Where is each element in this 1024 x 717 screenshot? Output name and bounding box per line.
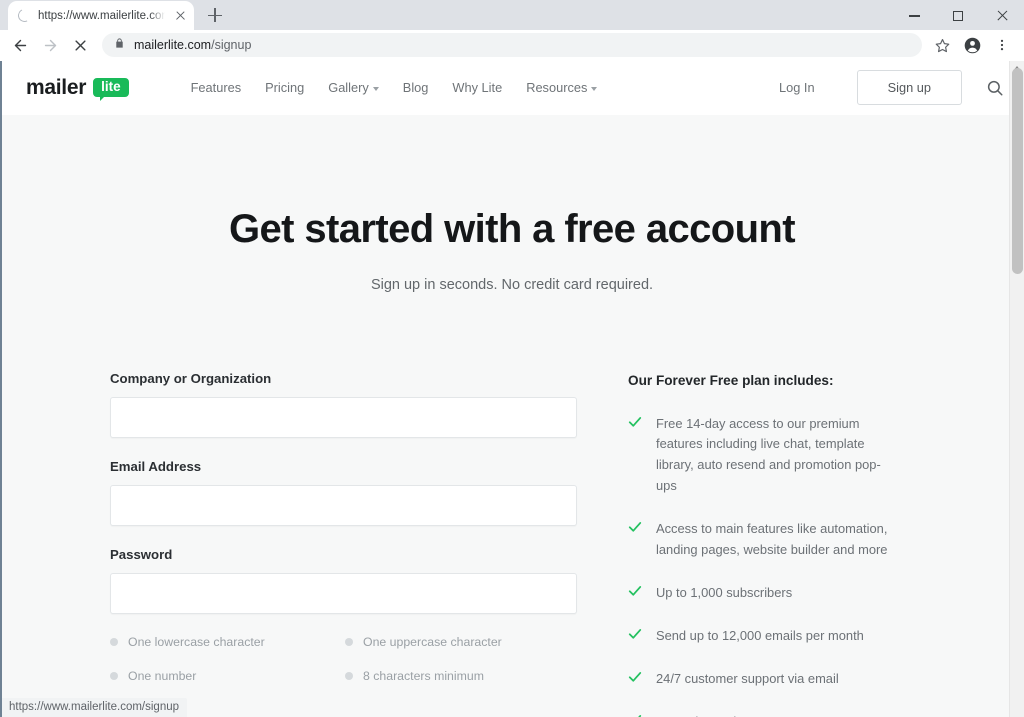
plan-feature-item: Up to 1,000 subscribers — [628, 583, 888, 604]
page-viewport: mailer lite Features Pricing Gallery Blo… — [0, 60, 1024, 717]
stop-loading-icon[interactable] — [66, 31, 94, 59]
url-text: mailerlite.com/signup — [134, 38, 251, 52]
nav-item-blog[interactable]: Blog — [403, 80, 429, 95]
maximize-button[interactable] — [936, 0, 980, 32]
check-icon — [628, 670, 642, 690]
plan-feature-text: Send up to 12,000 emails per month — [656, 627, 864, 643]
nav-item-why-lite[interactable]: Why Lite — [452, 80, 502, 95]
browser-toolbar: mailerlite.com/signup — [0, 30, 1024, 61]
rule-label: One number — [128, 668, 197, 683]
password-rule: One uppercase character — [345, 635, 580, 649]
close-icon[interactable] — [172, 8, 188, 24]
email-input[interactable] — [110, 484, 577, 526]
bookmark-star-icon[interactable] — [928, 31, 956, 59]
browser-window: https://www.mailerlite.com/signu mailerl… — [0, 0, 1024, 717]
search-icon[interactable] — [984, 77, 1006, 99]
scrollbar-thumb[interactable] — [1012, 67, 1023, 274]
nav-label: Gallery — [328, 80, 369, 96]
close-window-button[interactable] — [980, 0, 1024, 32]
company-label: Company or Organization — [110, 370, 272, 386]
login-link[interactable]: Log In — [779, 80, 815, 95]
window-controls — [892, 0, 1024, 32]
url-path: /signup — [211, 38, 252, 53]
nav-item-resources[interactable]: Resources — [526, 80, 598, 96]
nav-label: Features — [190, 80, 242, 96]
signup-form: Company or Organization Email Address Pa… — [110, 371, 580, 717]
signup-button[interactable]: Sign up — [856, 70, 962, 106]
nav-item-pricing[interactable]: Pricing — [265, 80, 304, 95]
tab-title: https://www.mailerlite.com/signu — [38, 9, 165, 22]
page-scrollbar[interactable] — [1009, 60, 1024, 717]
chevron-down-icon — [372, 86, 379, 91]
plan-feature-item: Send up to 12,000 emails per month — [628, 626, 888, 647]
plan-feature-item: Upgrade anytime — [628, 712, 888, 717]
hero-section: Get started with a free account Sign up … — [2, 115, 1022, 293]
plan-feature-item: 24/7 customer support via email — [628, 669, 888, 690]
password-rule: One lowercase character — [110, 635, 345, 649]
tab-strip: https://www.mailerlite.com/signu — [0, 0, 1024, 32]
password-input[interactable] — [110, 572, 577, 614]
password-rule: 8 characters minimum — [345, 669, 580, 683]
rule-label: 8 characters minimum — [363, 668, 484, 683]
password-rule: One number — [110, 669, 345, 683]
field-group-password: Password — [110, 547, 580, 614]
signup-content: Company or Organization Email Address Pa… — [2, 371, 1022, 717]
rule-label: One lowercase character — [128, 634, 265, 649]
logo-badge: lite — [93, 77, 129, 102]
plan-title: Our Forever Free plan includes: — [628, 372, 834, 388]
nav-item-gallery[interactable]: Gallery — [328, 80, 379, 95]
bullet-dot-icon — [110, 671, 118, 680]
check-icon — [628, 627, 642, 647]
password-requirements: One lowercase character One uppercase ch… — [110, 635, 580, 683]
forward-icon[interactable] — [36, 31, 64, 59]
page-title: Get started with a free account — [229, 206, 796, 251]
plan-feature-text: Access to main features like automation,… — [656, 521, 888, 558]
chevron-down-icon — [591, 86, 598, 91]
minimize-button[interactable] — [892, 0, 936, 32]
url-domain: mailerlite.com — [134, 38, 212, 53]
bullet-dot-icon — [345, 637, 353, 646]
new-tab-button[interactable] — [201, 1, 229, 29]
browser-menu-icon[interactable] — [988, 31, 1016, 59]
back-icon[interactable] — [6, 31, 34, 59]
check-icon — [628, 584, 642, 604]
main-navigation: Features Pricing Gallery Blog Why Lite R… — [191, 80, 598, 95]
toolbar-right-actions — [928, 31, 1016, 59]
page-subtitle: Sign up in seconds. No credit card requi… — [370, 276, 654, 293]
plan-feature-text: 24/7 customer support via email — [656, 670, 839, 686]
nav-label: Resources — [526, 80, 588, 96]
header-actions: Log In Sign up — [779, 61, 1006, 115]
email-label: Email Address — [110, 458, 202, 474]
bullet-dot-icon — [345, 671, 353, 680]
check-icon — [628, 415, 642, 498]
rule-label: One uppercase character — [363, 634, 502, 649]
password-label: Password — [110, 546, 173, 562]
plan-feature-text: Up to 1,000 subscribers — [656, 584, 793, 600]
browser-tab[interactable]: https://www.mailerlite.com/signu — [8, 1, 194, 31]
plan-feature-text: Free 14-day access to our premium featur… — [656, 415, 881, 494]
check-icon — [628, 520, 642, 561]
page-content: Get started with a free account Sign up … — [2, 115, 1024, 717]
loading-spinner-icon — [16, 7, 33, 25]
plan-feature-item: Free 14-day access to our premium featur… — [628, 414, 888, 498]
nav-item-features[interactable]: Features — [191, 80, 242, 95]
check-icon — [628, 713, 642, 717]
free-plan-panel: Our Forever Free plan includes: Free 14-… — [628, 371, 888, 717]
status-bubble: https://www.mailerlite.com/signup — [2, 698, 188, 717]
profile-avatar-icon[interactable] — [958, 31, 986, 59]
plan-feature-text: Upgrade anytime — [656, 712, 754, 717]
nav-label: Pricing — [265, 80, 305, 96]
lock-icon — [114, 36, 125, 54]
field-group-company: Company or Organization — [110, 371, 580, 438]
field-group-email: Email Address — [110, 459, 580, 526]
company-input[interactable] — [110, 396, 577, 438]
address-bar[interactable]: mailerlite.com/signup — [102, 33, 922, 58]
bullet-dot-icon — [110, 637, 118, 646]
nav-label: Blog — [402, 80, 429, 96]
site-header: mailer lite Features Pricing Gallery Blo… — [2, 60, 1024, 115]
plan-feature-item: Access to main features like automation,… — [628, 519, 888, 561]
mailerlite-logo[interactable]: mailer lite — [26, 75, 129, 102]
nav-label: Why Lite — [452, 80, 503, 96]
logo-word: mailer — [26, 75, 87, 99]
